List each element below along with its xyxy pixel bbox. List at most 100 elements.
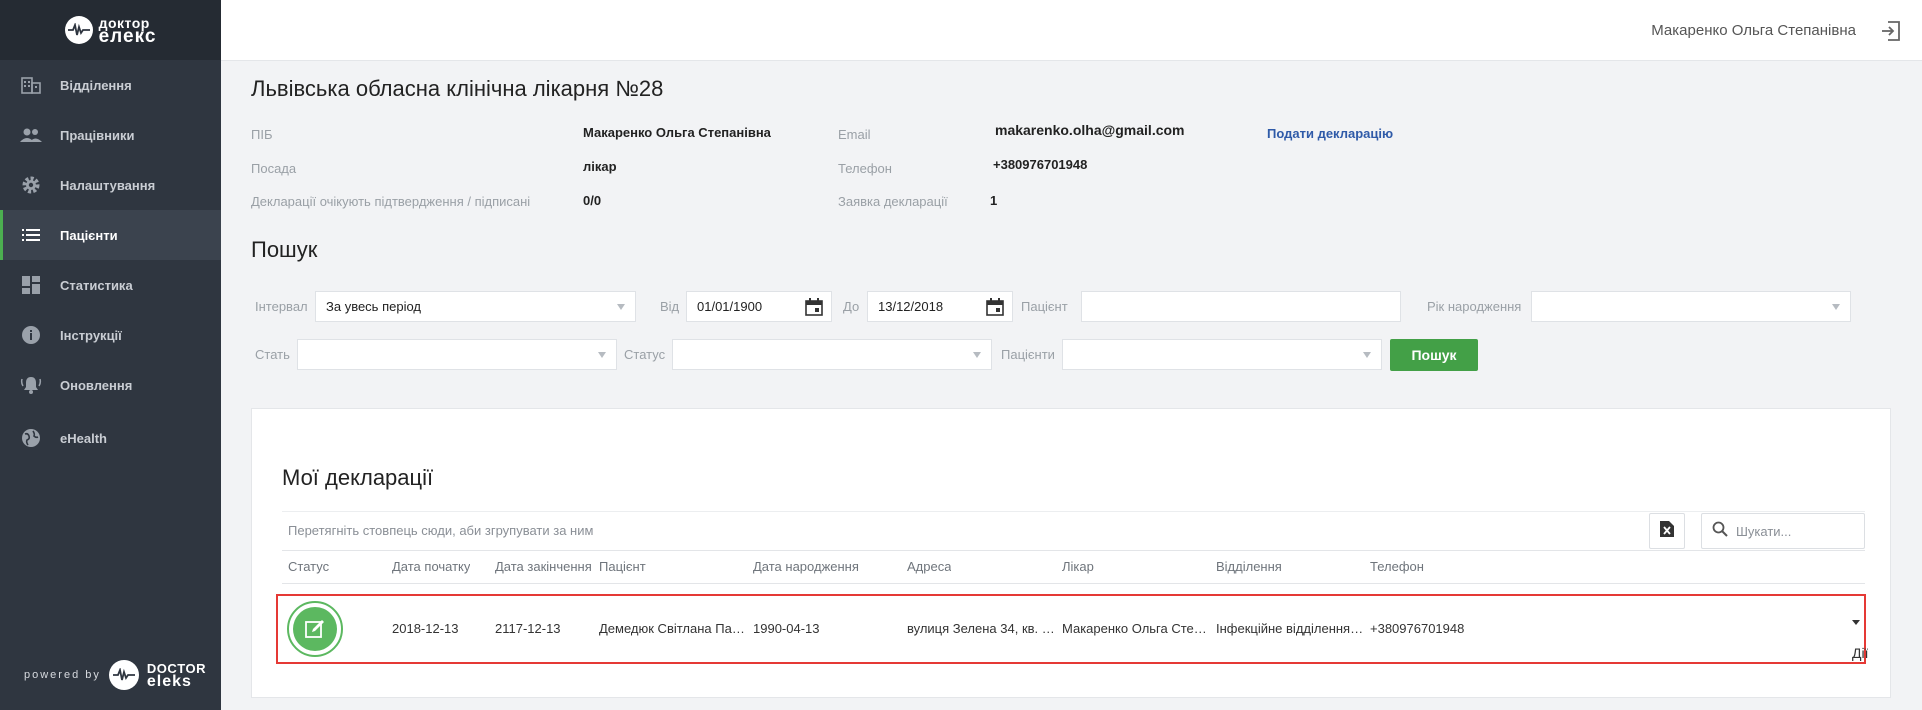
patient-input[interactable]: [1081, 291, 1401, 322]
powered-by-text: powered by: [24, 669, 101, 681]
current-user-name[interactable]: Макаренко Ольга Степанівна: [1651, 22, 1856, 39]
cell-end-date: 2117-12-13: [495, 621, 561, 636]
gear-icon: [20, 174, 42, 196]
actions-label: Дії: [1852, 645, 1869, 661]
column-header-doctor[interactable]: Лікар: [1062, 551, 1094, 583]
edit-icon: [293, 607, 337, 651]
interval-label: Інтервал: [255, 299, 308, 314]
logout-icon[interactable]: [1880, 20, 1902, 42]
sidebar-item-label: Відділення: [60, 77, 132, 93]
powered-by: powered by DOCTOR eleks: [24, 660, 206, 690]
phone-value: +380976701948: [993, 157, 1088, 172]
position-label: Посада: [251, 161, 297, 176]
declarations-panel: Мої декларації Перетягніть стовпець сюди…: [251, 408, 1891, 698]
people-icon: [20, 124, 42, 146]
dashboard-icon: [20, 274, 42, 296]
email-value: makarenko.olha@gmail.com: [995, 122, 1185, 138]
sidebar-item-employees[interactable]: Працівники: [0, 110, 221, 160]
chevron-down-icon: [598, 352, 606, 358]
status-select[interactable]: [672, 339, 992, 370]
chevron-down-icon: [1363, 352, 1371, 358]
from-label: Від: [660, 299, 680, 314]
from-date-input[interactable]: 01/01/1900: [686, 291, 832, 322]
submit-declaration-link[interactable]: Подати декларацію: [1267, 126, 1393, 141]
birth-year-label: Рік народження: [1427, 299, 1522, 314]
column-header-department[interactable]: Відділення: [1216, 551, 1282, 583]
eleks-brand: DOCTOR eleks: [147, 662, 206, 690]
logo-pulse-icon: [64, 16, 93, 44]
table-row[interactable]: 2018-12-13 2117-12-13 Демедюк Світлана П…: [276, 594, 1868, 664]
status-badge: [287, 601, 343, 657]
info-icon: [20, 324, 42, 346]
search-icon: [1712, 521, 1728, 542]
top-bar: Макаренко Ольга Степанівна: [221, 0, 1922, 61]
declarations-count-label: Декларації очікують підтвердження / підп…: [251, 194, 531, 209]
chevron-down-icon: [973, 352, 981, 358]
interval-select[interactable]: За увесь період: [315, 291, 636, 322]
app-logo[interactable]: доктор елекс: [0, 0, 221, 60]
sidebar-item-patients[interactable]: Пацієнти: [0, 210, 221, 260]
sidebar-item-departments[interactable]: Відділення: [0, 60, 221, 110]
column-header-birth-date[interactable]: Дата народження: [753, 551, 859, 583]
excel-export-button[interactable]: [1649, 513, 1685, 549]
position-value: лікар: [583, 159, 617, 174]
to-label: До: [843, 299, 860, 314]
column-header-end-date[interactable]: Дата закінчення: [495, 551, 592, 583]
table-search-input[interactable]: [1736, 523, 1846, 539]
sex-label: Стать: [255, 347, 290, 362]
cell-birth-date: 1990-04-13: [753, 621, 820, 636]
group-drop-zone[interactable]: Перетягніть стовпець сюди, аби згрупуват…: [282, 511, 1865, 549]
column-header-start-date[interactable]: Дата початку: [392, 551, 470, 583]
table-header: Статус Дата початку Дата закінчення Паці…: [282, 550, 1865, 584]
to-date-input[interactable]: 13/12/2018: [867, 291, 1013, 322]
pib-value: Макаренко Ольга Степанівна: [583, 125, 771, 140]
calendar-icon[interactable]: [986, 298, 1004, 316]
group-hint: Перетягніть стовпець сюди, аби згрупуват…: [288, 523, 594, 538]
sidebar-item-label: Оновлення: [60, 377, 133, 393]
sidebar-item-label: Налаштування: [60, 177, 156, 193]
globe-icon: [20, 427, 42, 449]
sidebar-item-statistics[interactable]: Статистика: [0, 260, 221, 310]
birth-year-select[interactable]: [1531, 291, 1851, 322]
sidebar-item-ehealth[interactable]: eHealth: [0, 413, 221, 463]
chevron-down-icon: [1832, 304, 1840, 310]
sidebar-item-instructions[interactable]: Інструкції: [0, 310, 221, 360]
sidebar-item-label: Статистика: [60, 277, 133, 293]
phone-label: Телефон: [838, 161, 892, 176]
from-date-value: 01/01/1900: [697, 299, 763, 314]
column-header-phone[interactable]: Телефон: [1370, 551, 1424, 583]
chevron-down-icon: [1852, 620, 1860, 625]
column-header-status[interactable]: Статус: [288, 551, 329, 583]
logo-line2: елекс: [98, 26, 157, 47]
column-header-address[interactable]: Адреса: [907, 551, 951, 583]
bell-icon: [20, 374, 42, 396]
status-label: Статус: [624, 347, 666, 362]
excel-icon: [1660, 520, 1674, 542]
pib-label: ПІБ: [251, 127, 273, 142]
cell-patient: Демедюк Світлана Павлі...: [599, 621, 749, 636]
sex-select[interactable]: [297, 339, 617, 370]
list-icon: [20, 224, 42, 246]
building-icon: [20, 74, 42, 96]
chevron-down-icon: [617, 304, 625, 310]
sidebar-item-settings[interactable]: Налаштування: [0, 160, 221, 210]
request-value: 1: [990, 193, 998, 208]
cell-address: вулиця Зелена 34, кв. 3, с...: [907, 621, 1057, 636]
column-header-patient[interactable]: Пацієнт: [599, 551, 646, 583]
sidebar-item-label: Інструкції: [60, 327, 122, 343]
patients-select[interactable]: [1062, 339, 1382, 370]
cell-doctor: Макаренко Ольга Степан...: [1062, 621, 1212, 636]
table-search[interactable]: [1701, 513, 1865, 549]
sidebar-item-updates[interactable]: Оновлення: [0, 360, 221, 410]
hospital-title: Львівська обласна клінічна лікарня №28: [251, 76, 664, 101]
request-label: Заявка декларації: [838, 194, 948, 209]
calendar-icon[interactable]: [805, 298, 823, 316]
sidebar-nav: Відділення Працівники Налаштування Паціє…: [0, 60, 221, 463]
logo-text: доктор елекс: [98, 16, 157, 47]
search-button[interactable]: Пошук: [1390, 339, 1478, 371]
to-date-value: 13/12/2018: [878, 299, 944, 314]
cell-phone: +380976701948: [1370, 621, 1465, 636]
search-title: Пошук: [251, 237, 318, 262]
cell-department: Інфекційне відділення Л...: [1216, 621, 1366, 636]
email-label: Email: [838, 127, 871, 142]
